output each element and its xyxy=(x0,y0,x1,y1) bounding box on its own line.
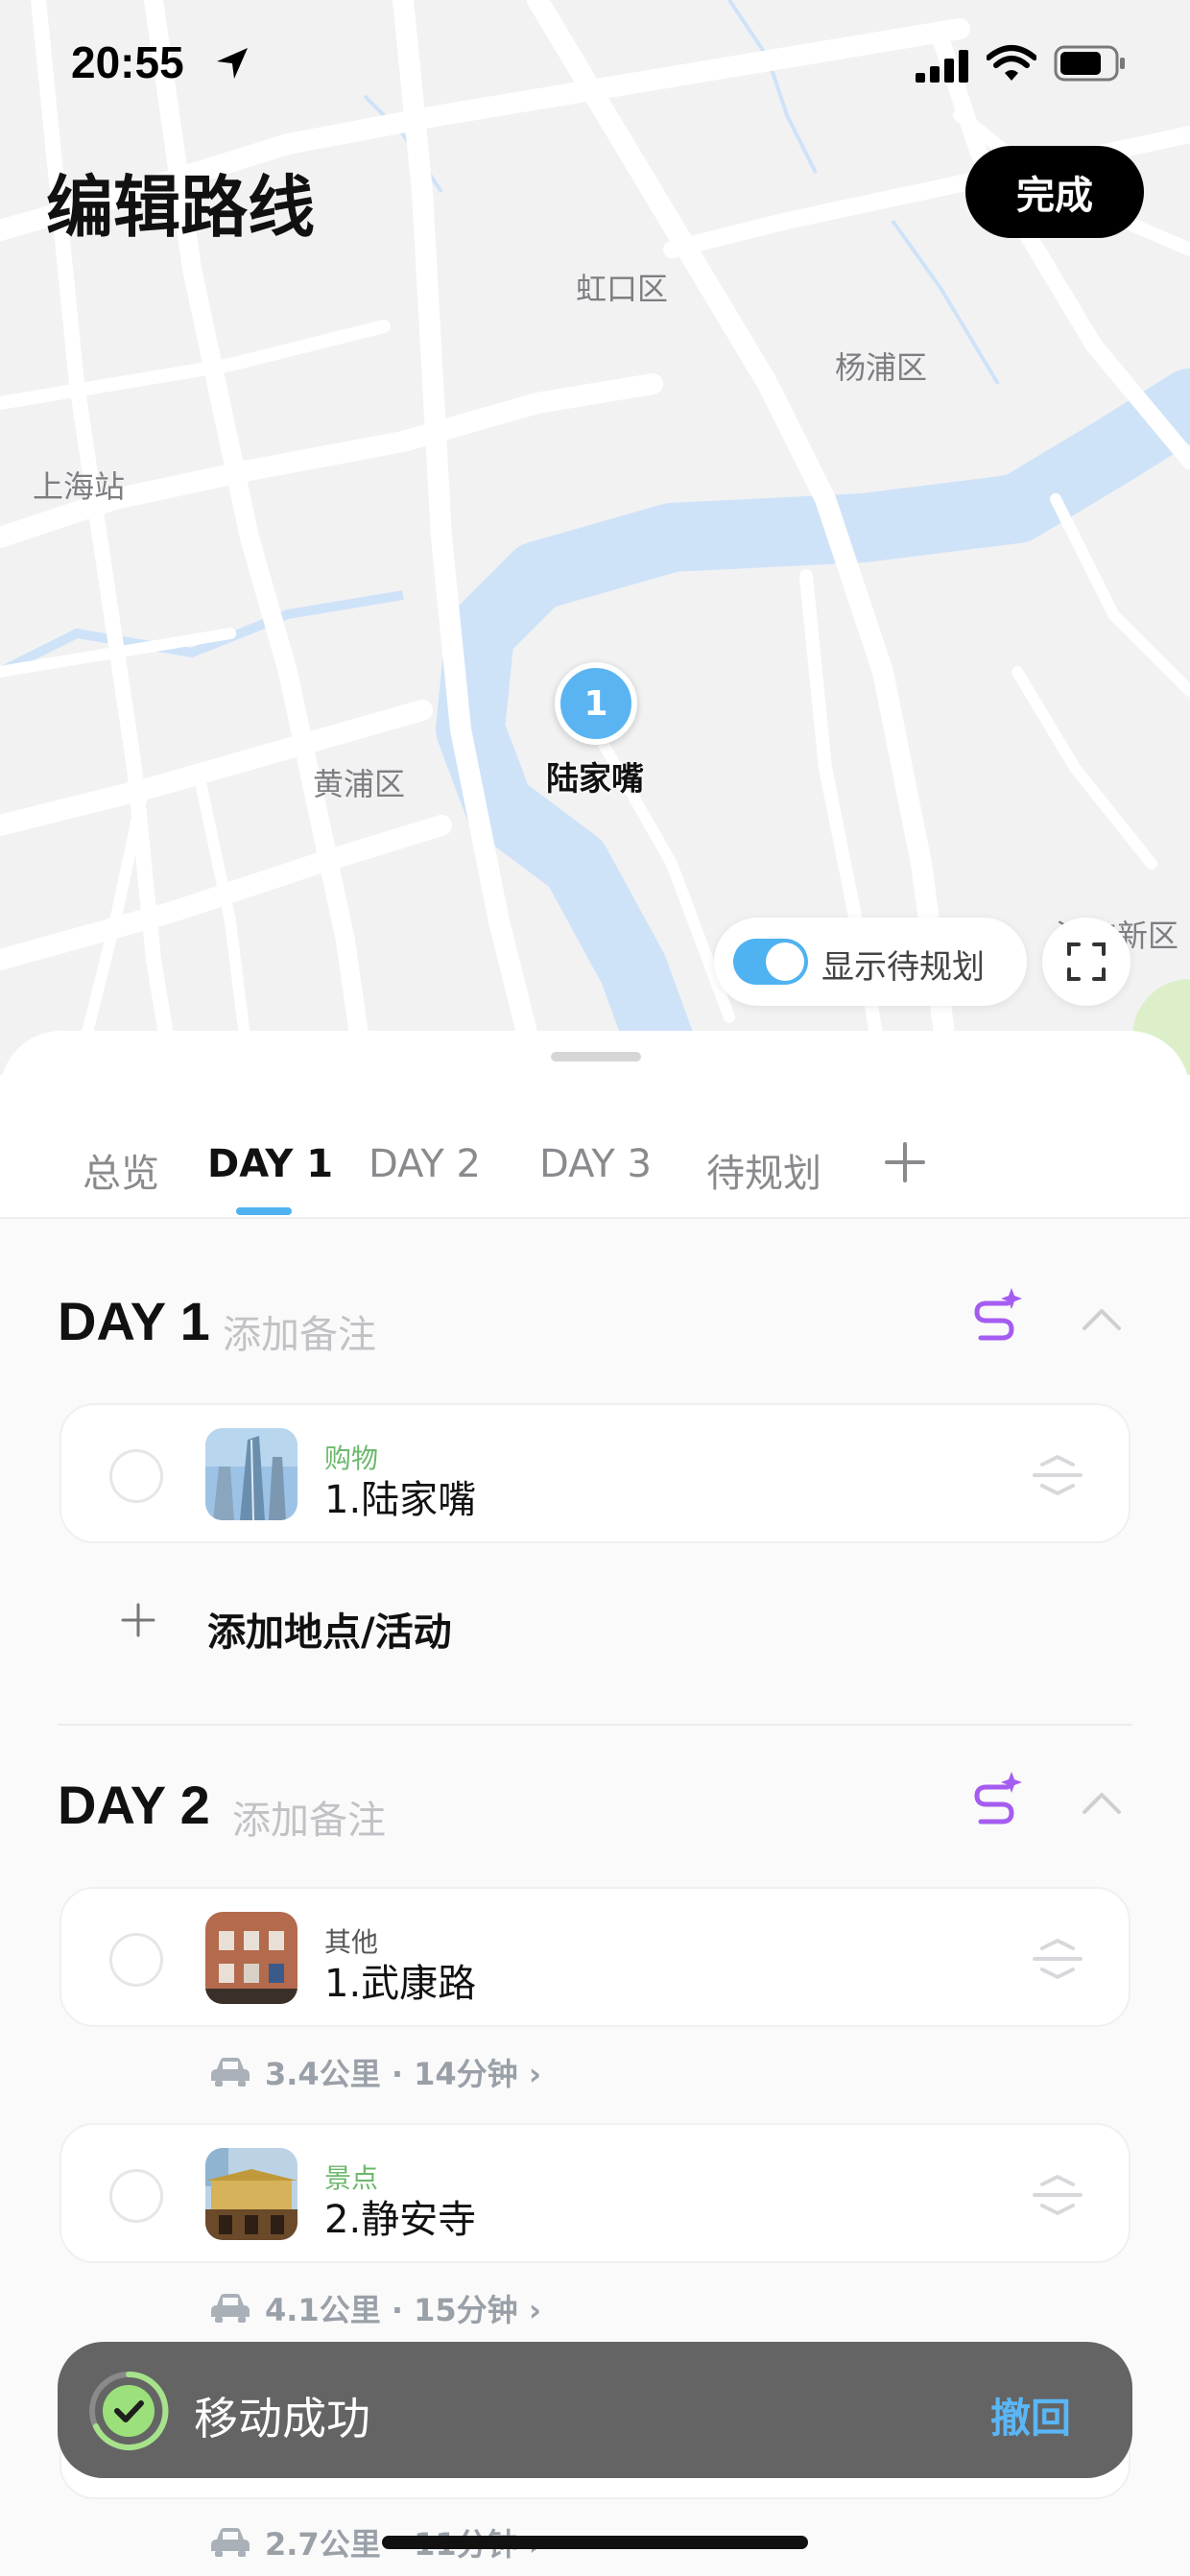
status-bar: 20:55 xyxy=(0,0,1190,125)
place-name: 1.陆家嘴 xyxy=(324,1478,477,1522)
fullscreen-icon xyxy=(1067,942,1106,981)
toast-message: 移动成功 xyxy=(194,2393,370,2445)
map-view[interactable]: 虹口区 杨浦区 上海站 黄浦区 浦东新区 20:55 编辑路线 完成 1 陆家嘴 xyxy=(0,0,1190,1075)
day-1-title: DAY 1 xyxy=(58,1291,210,1351)
day-divider xyxy=(58,1724,1132,1726)
map-label-shanghai-station: 上海站 xyxy=(33,468,126,505)
skyscraper-photo xyxy=(205,1428,298,1520)
chevron-up-icon[interactable] xyxy=(1079,1303,1125,1334)
car-icon xyxy=(211,2528,250,2557)
place-card-wukang-road[interactable]: 其他 1.武康路 xyxy=(60,1887,1130,2027)
drag-handle-icon[interactable] xyxy=(1029,1937,1086,1981)
drag-handle-icon[interactable] xyxy=(1029,2173,1086,2217)
map-label-huangpu: 黄浦区 xyxy=(313,766,406,802)
tab-day-2[interactable]: DAY 2 xyxy=(369,1142,481,1186)
tab-day-1[interactable]: DAY 1 xyxy=(207,1142,333,1186)
toast-move-success: 移动成功 撤回 xyxy=(58,2342,1132,2478)
place-thumbnail xyxy=(205,2148,298,2240)
place-checkbox[interactable] xyxy=(109,1933,163,1987)
day-2-note[interactable]: 添加备注 xyxy=(232,1789,386,1845)
route-text: 4.1公里 · 15分钟 › xyxy=(265,2292,541,2328)
tab-unplanned[interactable]: 待规划 xyxy=(706,1142,821,1198)
place-thumbnail xyxy=(205,1428,298,1520)
cellular-signal-icon xyxy=(916,50,968,83)
battery-icon xyxy=(1054,45,1125,82)
day-1-note[interactable]: 添加备注 xyxy=(223,1303,376,1359)
brick-building-photo xyxy=(205,1912,298,2004)
toggle-label: 显示待规划 xyxy=(821,948,985,987)
place-name: 2.静安寺 xyxy=(324,2198,477,2242)
ai-route-icon[interactable] xyxy=(969,1770,1023,1829)
active-tab-indicator xyxy=(236,1207,292,1215)
route-text: 3.4公里 · 14分钟 › xyxy=(265,2056,541,2092)
chevron-up-icon[interactable] xyxy=(1079,1787,1125,1818)
toggle-switch[interactable] xyxy=(733,939,808,985)
location-arrow-icon xyxy=(217,48,248,79)
map-label-yangpu: 杨浦区 xyxy=(835,349,928,386)
fullscreen-button[interactable] xyxy=(1042,918,1130,1006)
toggle-knob xyxy=(766,942,804,981)
place-thumbnail xyxy=(205,1912,298,2004)
status-time: 20:55 xyxy=(71,37,184,87)
add-day-icon[interactable] xyxy=(881,1138,929,1186)
drag-handle-icon[interactable] xyxy=(1029,1453,1086,1497)
car-icon xyxy=(211,2294,250,2323)
show-unplanned-toggle[interactable]: 显示待规划 xyxy=(714,918,1027,1006)
place-name: 1.武康路 xyxy=(324,1962,477,2006)
tab-day-3[interactable]: DAY 3 xyxy=(539,1142,652,1186)
temple-photo xyxy=(205,2148,298,2240)
home-indicator[interactable] xyxy=(382,2536,808,2549)
place-checkbox[interactable] xyxy=(109,2169,163,2223)
add-place-button[interactable]: 添加地点/活动 xyxy=(60,1584,635,1660)
map-pin[interactable]: 1 xyxy=(555,662,637,745)
place-card-jingan-temple[interactable]: 景点 2.静安寺 xyxy=(60,2123,1130,2263)
page-title: 编辑路线 xyxy=(46,168,315,247)
ai-route-icon[interactable] xyxy=(969,1286,1023,1346)
day-2-title: DAY 2 xyxy=(58,1775,210,1835)
sheet-grabber[interactable] xyxy=(551,1052,641,1061)
map-pin-label: 陆家嘴 xyxy=(546,760,644,799)
success-check-icon xyxy=(89,2371,169,2450)
place-checkbox[interactable] xyxy=(109,1449,163,1503)
tab-overview[interactable]: 总览 xyxy=(83,1142,159,1198)
map-label-hongkou: 虹口区 xyxy=(576,271,669,307)
car-icon xyxy=(211,2058,250,2087)
wifi-icon xyxy=(987,45,1036,81)
add-place-label: 添加地点/活动 xyxy=(207,1610,452,1655)
plus-icon xyxy=(121,1603,155,1637)
place-card-lujiazui[interactable]: 购物 1.陆家嘴 xyxy=(60,1403,1130,1543)
done-button[interactable]: 完成 xyxy=(965,146,1144,238)
sheet-header: 总览 DAY 1 DAY 2 DAY 3 待规划 xyxy=(0,1031,1190,1219)
undo-button[interactable]: 撤回 xyxy=(990,2386,1071,2445)
